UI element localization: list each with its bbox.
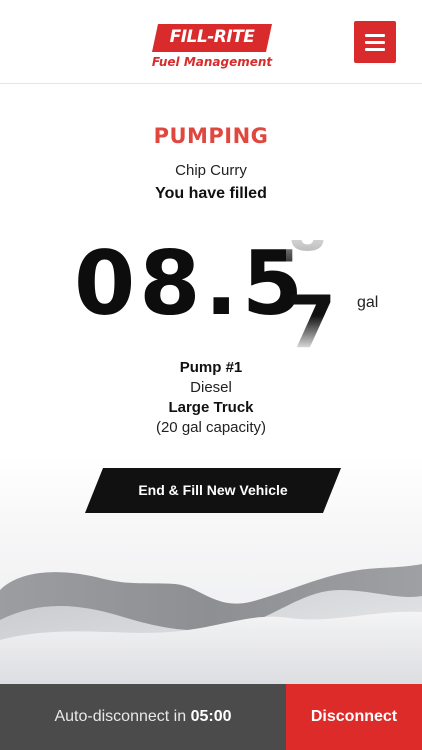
end-fill-label: End & Fill New Vehicle bbox=[138, 482, 288, 498]
menu-button[interactable] bbox=[354, 21, 396, 63]
pumping-status: PUMPING bbox=[153, 124, 269, 148]
logo-wordmark: FILL-RITE bbox=[169, 27, 255, 47]
hamburger-menu-icon-bar bbox=[365, 41, 385, 44]
fuel-wave-graphic bbox=[0, 564, 422, 686]
hamburger-menu-icon-bar bbox=[365, 48, 385, 51]
auto-disconnect-panel: Auto-disconnect in 05:00 bbox=[0, 684, 286, 750]
pump-name: Pump #1 bbox=[179, 359, 243, 376]
logo-subtitle: Fuel Management bbox=[151, 55, 273, 69]
fuel-type: Diesel bbox=[190, 379, 232, 396]
rolling-digit: 8 7 bbox=[286, 240, 342, 348]
auto-disconnect-label: Auto-disconnect in bbox=[54, 708, 187, 725]
hamburger-menu-icon bbox=[365, 34, 385, 37]
auto-disconnect-text: Auto-disconnect in 05:00 bbox=[0, 684, 286, 750]
user-name: Chip Curry bbox=[175, 162, 247, 179]
fill-rite-logo: FILL-RITE Fuel Management bbox=[150, 24, 274, 72]
filled-label: You have filled bbox=[155, 185, 267, 202]
end-fill-new-vehicle-button[interactable]: End & Fill New Vehicle bbox=[85, 468, 341, 513]
auto-disconnect-timer: 05:00 bbox=[190, 708, 232, 725]
app-header: FILL-RITE Fuel Management bbox=[0, 0, 422, 84]
rolling-digit-fade bbox=[286, 240, 342, 348]
volume-digits: 08.5 bbox=[74, 232, 308, 335]
vehicle-name: Large Truck bbox=[168, 399, 254, 416]
footer-bar: Auto-disconnect in 05:00 Disconnect bbox=[0, 684, 422, 750]
volume-counter: 08.5 8 7 bbox=[74, 240, 364, 350]
volume-unit: gal bbox=[357, 294, 379, 311]
disconnect-button[interactable]: Disconnect bbox=[286, 684, 422, 750]
vehicle-capacity: (20 gal capacity) bbox=[155, 419, 267, 436]
